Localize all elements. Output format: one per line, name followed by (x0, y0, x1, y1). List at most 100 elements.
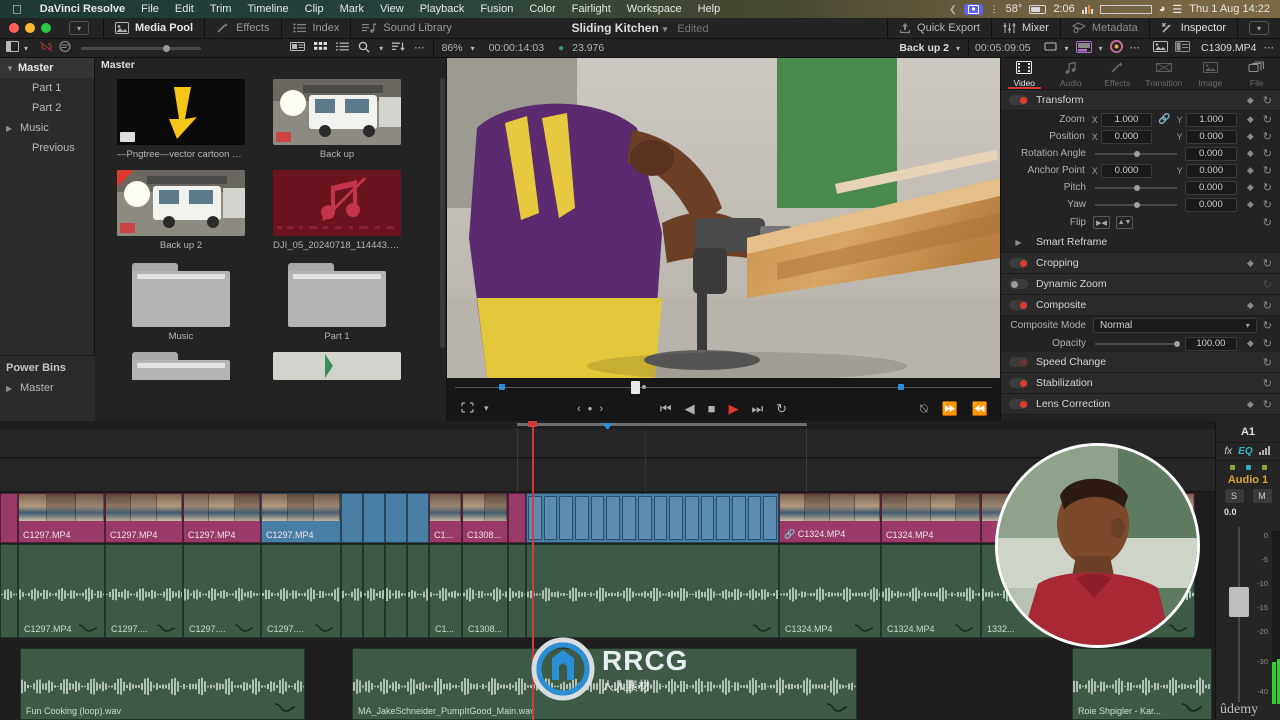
meter-track-name[interactable]: Audio 1 (1216, 473, 1280, 489)
timeline-audio-clip[interactable] (508, 544, 526, 638)
timeline-music-clip[interactable]: Fun Cooking (loop).wav (20, 648, 305, 720)
dynamic-zoom-reset-icon[interactable]: ↻ (1263, 278, 1272, 291)
timeline-audio-clip[interactable] (407, 544, 429, 638)
timeline-clip[interactable]: C1297.MP4 (261, 493, 341, 543)
window-traffic-lights[interactable] (0, 23, 51, 33)
link-chain-icon[interactable]: 🔗 (1158, 114, 1170, 125)
project-title-chevron-down-icon[interactable]: ▾ (663, 24, 668, 34)
section-smart-reframe[interactable]: ▶ Smart Reframe (1001, 232, 1280, 253)
thumbnail-view-icon[interactable] (314, 41, 327, 55)
tab-video[interactable]: Video (1001, 58, 1048, 89)
menubar-overflow-icon[interactable]: ❮ (949, 4, 957, 15)
chevron-right-icon[interactable]: ▶ (1009, 238, 1028, 247)
transform-reset-icon[interactable]: ↻ (1263, 94, 1272, 107)
section-lens-correction[interactable]: Lens Correction ◆ ↻ (1001, 394, 1280, 415)
tab-audio[interactable]: Audio (1048, 58, 1095, 89)
viewer-zoom-level[interactable]: 86% (442, 42, 463, 54)
speed-change-enable-toggle[interactable] (1009, 357, 1028, 367)
stop-button[interactable]: ■ (708, 401, 716, 416)
timeline-audio-clip[interactable]: C1... (429, 544, 462, 638)
flag-filter-icon[interactable] (58, 40, 72, 55)
menu-fusion[interactable]: Fusion (472, 3, 521, 15)
control-center-icon[interactable]: ☰ (1172, 3, 1182, 16)
apple-logo-icon[interactable]:  (12, 3, 22, 16)
maximize-window-icon[interactable] (41, 23, 51, 33)
timeline-clip[interactable]: C1308... (462, 493, 508, 543)
presenter-pip-circle[interactable] (995, 443, 1200, 648)
mixer-button[interactable]: Mixer (990, 17, 1060, 39)
timeline-clip[interactable]: C1297.MP4 (183, 493, 261, 543)
menu-timeline[interactable]: Timeline (239, 3, 296, 15)
wifi-icon[interactable]: ◕ (1159, 3, 1166, 15)
inspector-options-icon[interactable]: ⋯ (1264, 42, 1275, 54)
play-button[interactable]: ▶ (728, 401, 738, 417)
timeline-clip[interactable] (0, 493, 18, 543)
media-thumbnail[interactable] (273, 79, 401, 145)
position-y-field[interactable]: 0.000 (1185, 129, 1237, 144)
eq-curve-icon[interactable] (1258, 445, 1272, 458)
timeline-music-clip[interactable]: Roie Shpigler - Kar... (1072, 648, 1212, 720)
rotation-reset-icon[interactable]: ↻ (1263, 147, 1272, 160)
media-item[interactable]: —Pngtree—vector cartoon element... (117, 79, 245, 160)
composite-enable-toggle[interactable] (1009, 300, 1028, 310)
speed-change-reset-icon[interactable]: ↻ (1263, 356, 1272, 369)
timeline-clip[interactable]: C1... (429, 493, 462, 543)
timeline-audio-clip[interactable]: C1297.... (183, 544, 261, 638)
menu-fairlight[interactable]: Fairlight (564, 3, 619, 15)
project-title[interactable]: Sliding Kitchen (571, 21, 658, 35)
transform-mode-icon[interactable] (1043, 41, 1058, 55)
pitch-slider[interactable] (1095, 184, 1177, 191)
sidebar-toggle-icon[interactable] (6, 41, 19, 55)
cropping-reset-icon[interactable]: ↻ (1263, 257, 1272, 270)
minimize-window-icon[interactable] (25, 23, 35, 33)
inspector-button[interactable]: Inspector (1148, 17, 1237, 39)
position-reset-icon[interactable]: ↻ (1263, 130, 1272, 143)
transform-enable-toggle[interactable] (1009, 95, 1028, 105)
clip-details-icon[interactable] (1175, 41, 1191, 55)
menu-file[interactable]: File (133, 3, 167, 15)
opacity-slider[interactable] (1095, 340, 1180, 347)
timeline-audio-clip[interactable]: C1324.MP4 (881, 544, 981, 638)
list-view-icon[interactable] (336, 41, 349, 55)
transform-chevron-down-icon[interactable]: ▾ (1065, 44, 1069, 53)
media-item[interactable] (273, 352, 401, 380)
timeline-clip[interactable] (508, 493, 526, 543)
stabilization-reset-icon[interactable]: ↻ (1263, 377, 1272, 390)
rotation-slider[interactable] (1095, 150, 1177, 157)
menu-workspace[interactable]: Workspace (619, 3, 690, 15)
zoom-x-field[interactable]: 1.000 (1100, 112, 1153, 127)
screen-mirroring-icon[interactable] (963, 3, 983, 15)
timeline-audio-clip[interactable]: C1324.MP4 (779, 544, 881, 638)
tab-transition[interactable]: Transition (1141, 58, 1188, 89)
media-item[interactable] (117, 352, 245, 380)
viewer-source-name[interactable]: Back up 2 (899, 42, 949, 54)
bin-item-part-1[interactable]: Part 1 (0, 78, 94, 98)
section-composite[interactable]: Composite ◆ ↻ (1001, 295, 1280, 316)
viewer-marker-out-icon[interactable] (898, 384, 904, 390)
lut-icon[interactable] (1075, 40, 1092, 56)
metadata-button[interactable]: Metadata (1059, 17, 1149, 39)
timeline-audio-clip[interactable]: C1297.... (261, 544, 341, 638)
viewer-scrub-track[interactable] (455, 387, 992, 388)
cropping-keyframe-icon[interactable]: ◆ (1247, 258, 1254, 269)
chevron-right-icon[interactable]: ▶ (6, 384, 18, 393)
chevron-down-icon[interactable]: ▾ (1246, 321, 1250, 330)
folder-icon[interactable] (132, 352, 230, 380)
power-bin-item-master[interactable]: ▶ Master (0, 378, 95, 398)
zoom-y-field[interactable]: 1.000 (1185, 112, 1237, 127)
menu-edit[interactable]: Edit (167, 3, 202, 15)
tab-image[interactable]: Image (1187, 58, 1234, 89)
media-pool-grid[interactable]: —Pngtree—vector cartoon element... (95, 73, 440, 421)
loop-button[interactable]: ↻ (776, 401, 787, 417)
solo-button[interactable]: S (1224, 489, 1244, 503)
menubar-datetime[interactable]: Thu 1 Aug 14:22 (1189, 3, 1270, 15)
opacity-reset-icon[interactable]: ↻ (1263, 337, 1272, 350)
position-keyframe-icon[interactable]: ◆ (1247, 131, 1254, 142)
yaw-field[interactable]: 0.000 (1184, 197, 1237, 212)
anchor-x-field[interactable]: 0.000 (1100, 163, 1153, 178)
mute-button[interactable]: M (1252, 489, 1272, 503)
yaw-keyframe-icon[interactable]: ◆ (1247, 199, 1254, 210)
thumbnail-size-slider[interactable] (81, 44, 202, 52)
media-thumbnail[interactable] (117, 79, 245, 145)
composite-reset-icon[interactable]: ↻ (1263, 299, 1272, 312)
